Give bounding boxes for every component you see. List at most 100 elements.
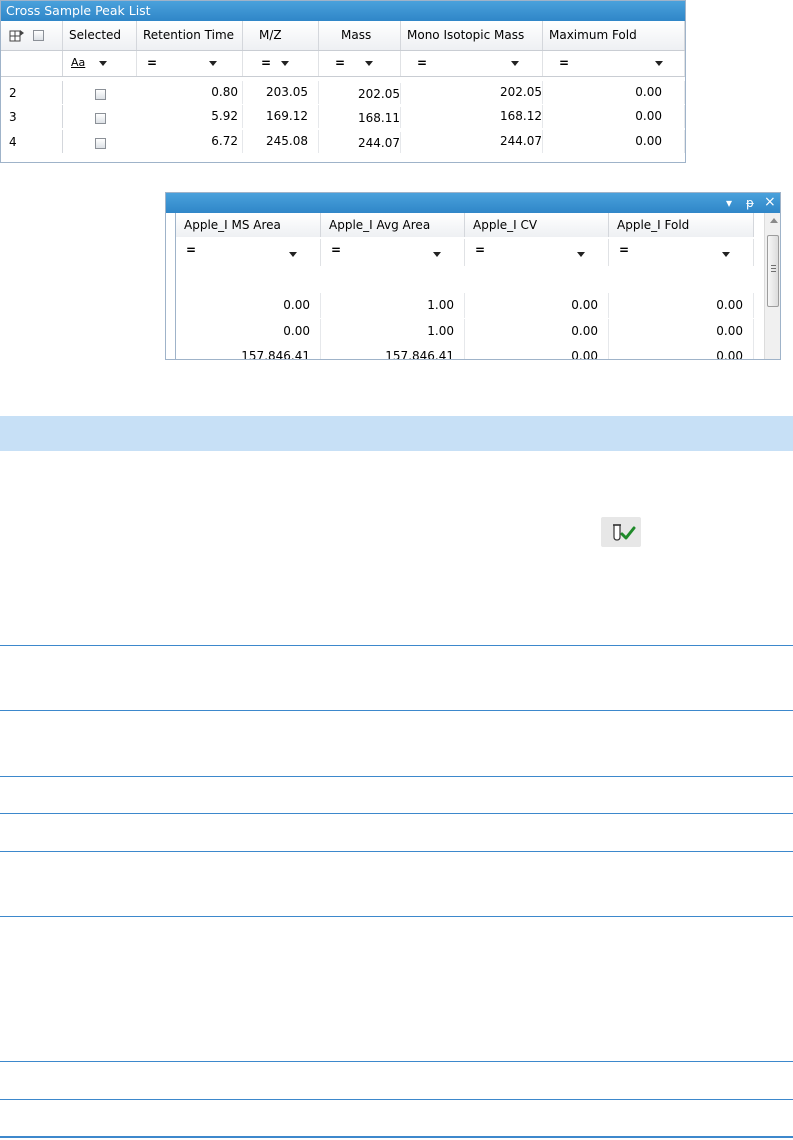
col-header-retention-time[interactable]: Retention Time [137,21,243,50]
col-header-mass[interactable]: Mass [319,21,401,50]
cell-ms-area: 157,846.41 [176,344,321,359]
cell-fold: 0.00 [609,293,754,318]
column-chooser-icon[interactable] [9,29,25,43]
cell-retention-time: 5.92 [137,105,243,128]
cell-avg-area: 1.00 [321,319,465,344]
row-select-checkbox[interactable] [95,89,106,100]
cell-retention-time: 0.80 [137,81,243,104]
filter-operator: = [331,243,342,257]
row-header-corner [1,21,63,50]
filter-mass[interactable]: = [319,51,401,76]
cell-avg-area: 157,846.41 [321,344,465,359]
filter-row-header [1,51,63,76]
dropdown-icon[interactable] [365,61,373,66]
table-row[interactable]: 2 0.80 203.05 202.05 202.05 0.00 [1,81,685,104]
vertical-scrollbar[interactable] [764,213,780,359]
pin-icon[interactable]: ᵽ [746,195,754,211]
dropdown-icon[interactable] [577,252,585,257]
dropdown-icon[interactable]: ▾ [726,195,732,211]
table-row[interactable]: 4 6.72 245.08 244.07 244.07 0.00 [1,130,685,153]
filter-mono-isotopic-mass[interactable]: = [401,51,543,76]
tube-check-icon [601,517,641,547]
grip-line [771,265,776,266]
filter-operator: = [186,243,197,257]
filter-selected[interactable]: Aa [63,51,137,76]
filter-cv[interactable]: = [465,239,609,266]
row-number: 4 [1,130,63,153]
table-row-divider [0,645,793,646]
scroll-up-arrow-icon[interactable] [770,218,778,223]
row-select-checkbox[interactable] [95,138,106,149]
dropdown-icon[interactable] [289,252,297,257]
filter-maximum-fold[interactable]: = [543,51,685,76]
col-header-cv[interactable]: Apple_I CV [465,213,609,237]
dropdown-icon[interactable] [209,61,217,66]
dropdown-icon[interactable] [433,252,441,257]
filter-operator: = [559,56,570,70]
filter-operator: = [261,56,272,70]
cell-mono-isotopic-mass: 202.05 [401,81,543,104]
cell-mz: 203.05 [243,81,319,104]
cell-mass: 168.11 [319,107,401,128]
dropdown-icon[interactable] [281,61,289,66]
table-row[interactable]: 157,846.41 157,846.41 0.00 0.00 [176,344,762,359]
filter-operator: = [619,243,630,257]
table-row-divider [0,776,793,777]
col-header-mz[interactable]: M/Z [243,21,319,50]
panel-titlebar: ▾ ᵽ × [166,193,780,213]
dropdown-icon[interactable] [655,61,663,66]
cell-ms-area: 0.00 [176,319,321,344]
cell-avg-area: 1.00 [321,293,465,318]
grip-line [771,271,776,272]
filter-retention-time[interactable]: = [137,51,243,76]
cell-mz: 245.08 [243,130,319,153]
filter-avg-area[interactable]: = [321,239,465,266]
col-header-avg-area[interactable]: Apple_I Avg Area [321,213,465,237]
cell-mass: 202.05 [319,83,401,104]
row-number: 2 [1,81,63,104]
filter-operator: = [147,56,158,70]
col-header-fold[interactable]: Apple_I Fold [609,213,754,237]
col-header-selected[interactable]: Selected [63,21,137,50]
cell-maximum-fold: 0.00 [543,81,685,104]
filter-mz[interactable]: = [243,51,319,76]
table-row-divider [0,916,793,917]
panel-title: Cross Sample Peak List [1,1,685,21]
select-all-checkbox[interactable] [33,30,44,41]
cell-maximum-fold: 0.00 [543,130,685,153]
sample-area-panel: ▾ ᵽ × Apple_I MS Area Apple_I Avg Area A… [165,192,781,360]
col-header-mono-isotopic-mass[interactable]: Mono Isotopic Mass [401,21,543,50]
filter-row: Aa = = = = = [1,51,685,77]
cell-cv: 0.00 [465,319,609,344]
cross-sample-peak-list-panel: Cross Sample Peak List Selected Retentio… [0,0,686,163]
cell-retention-time: 6.72 [137,130,243,153]
table-row-divider [0,813,793,814]
cell-mass: 244.07 [319,132,401,153]
cell-maximum-fold: 0.00 [543,105,685,128]
filter-operator: Aa [71,56,86,69]
table-row-divider [0,1061,793,1062]
table-row[interactable]: 3 5.92 169.12 168.11 168.12 0.00 [1,105,685,128]
filter-ms-area[interactable]: = [176,239,321,266]
table-row-divider [0,851,793,852]
area-grid: Apple_I MS Area Apple_I Avg Area Apple_I… [175,213,764,359]
cell-fold: 0.00 [609,319,754,344]
cell-mz: 169.12 [243,105,319,128]
table-row-divider [0,1099,793,1100]
row-select-checkbox[interactable] [95,113,106,124]
dropdown-icon[interactable] [99,61,107,66]
cell-fold: 0.00 [609,344,754,359]
dropdown-icon[interactable] [722,252,730,257]
scrollbar-thumb[interactable] [767,235,779,307]
cell-mono-isotopic-mass: 168.12 [401,105,543,128]
cell-cv: 0.00 [465,344,609,359]
filter-fold[interactable]: = [609,239,754,266]
close-icon[interactable]: × [764,194,776,210]
table-row[interactable]: 0.00 1.00 0.00 0.00 [176,319,762,344]
table-row-divider [0,710,793,711]
col-header-ms-area[interactable]: Apple_I MS Area [176,213,321,237]
filter-operator: = [475,243,486,257]
table-row[interactable]: 0.00 1.00 0.00 0.00 [176,293,762,318]
dropdown-icon[interactable] [511,61,519,66]
col-header-maximum-fold[interactable]: Maximum Fold [543,21,685,50]
